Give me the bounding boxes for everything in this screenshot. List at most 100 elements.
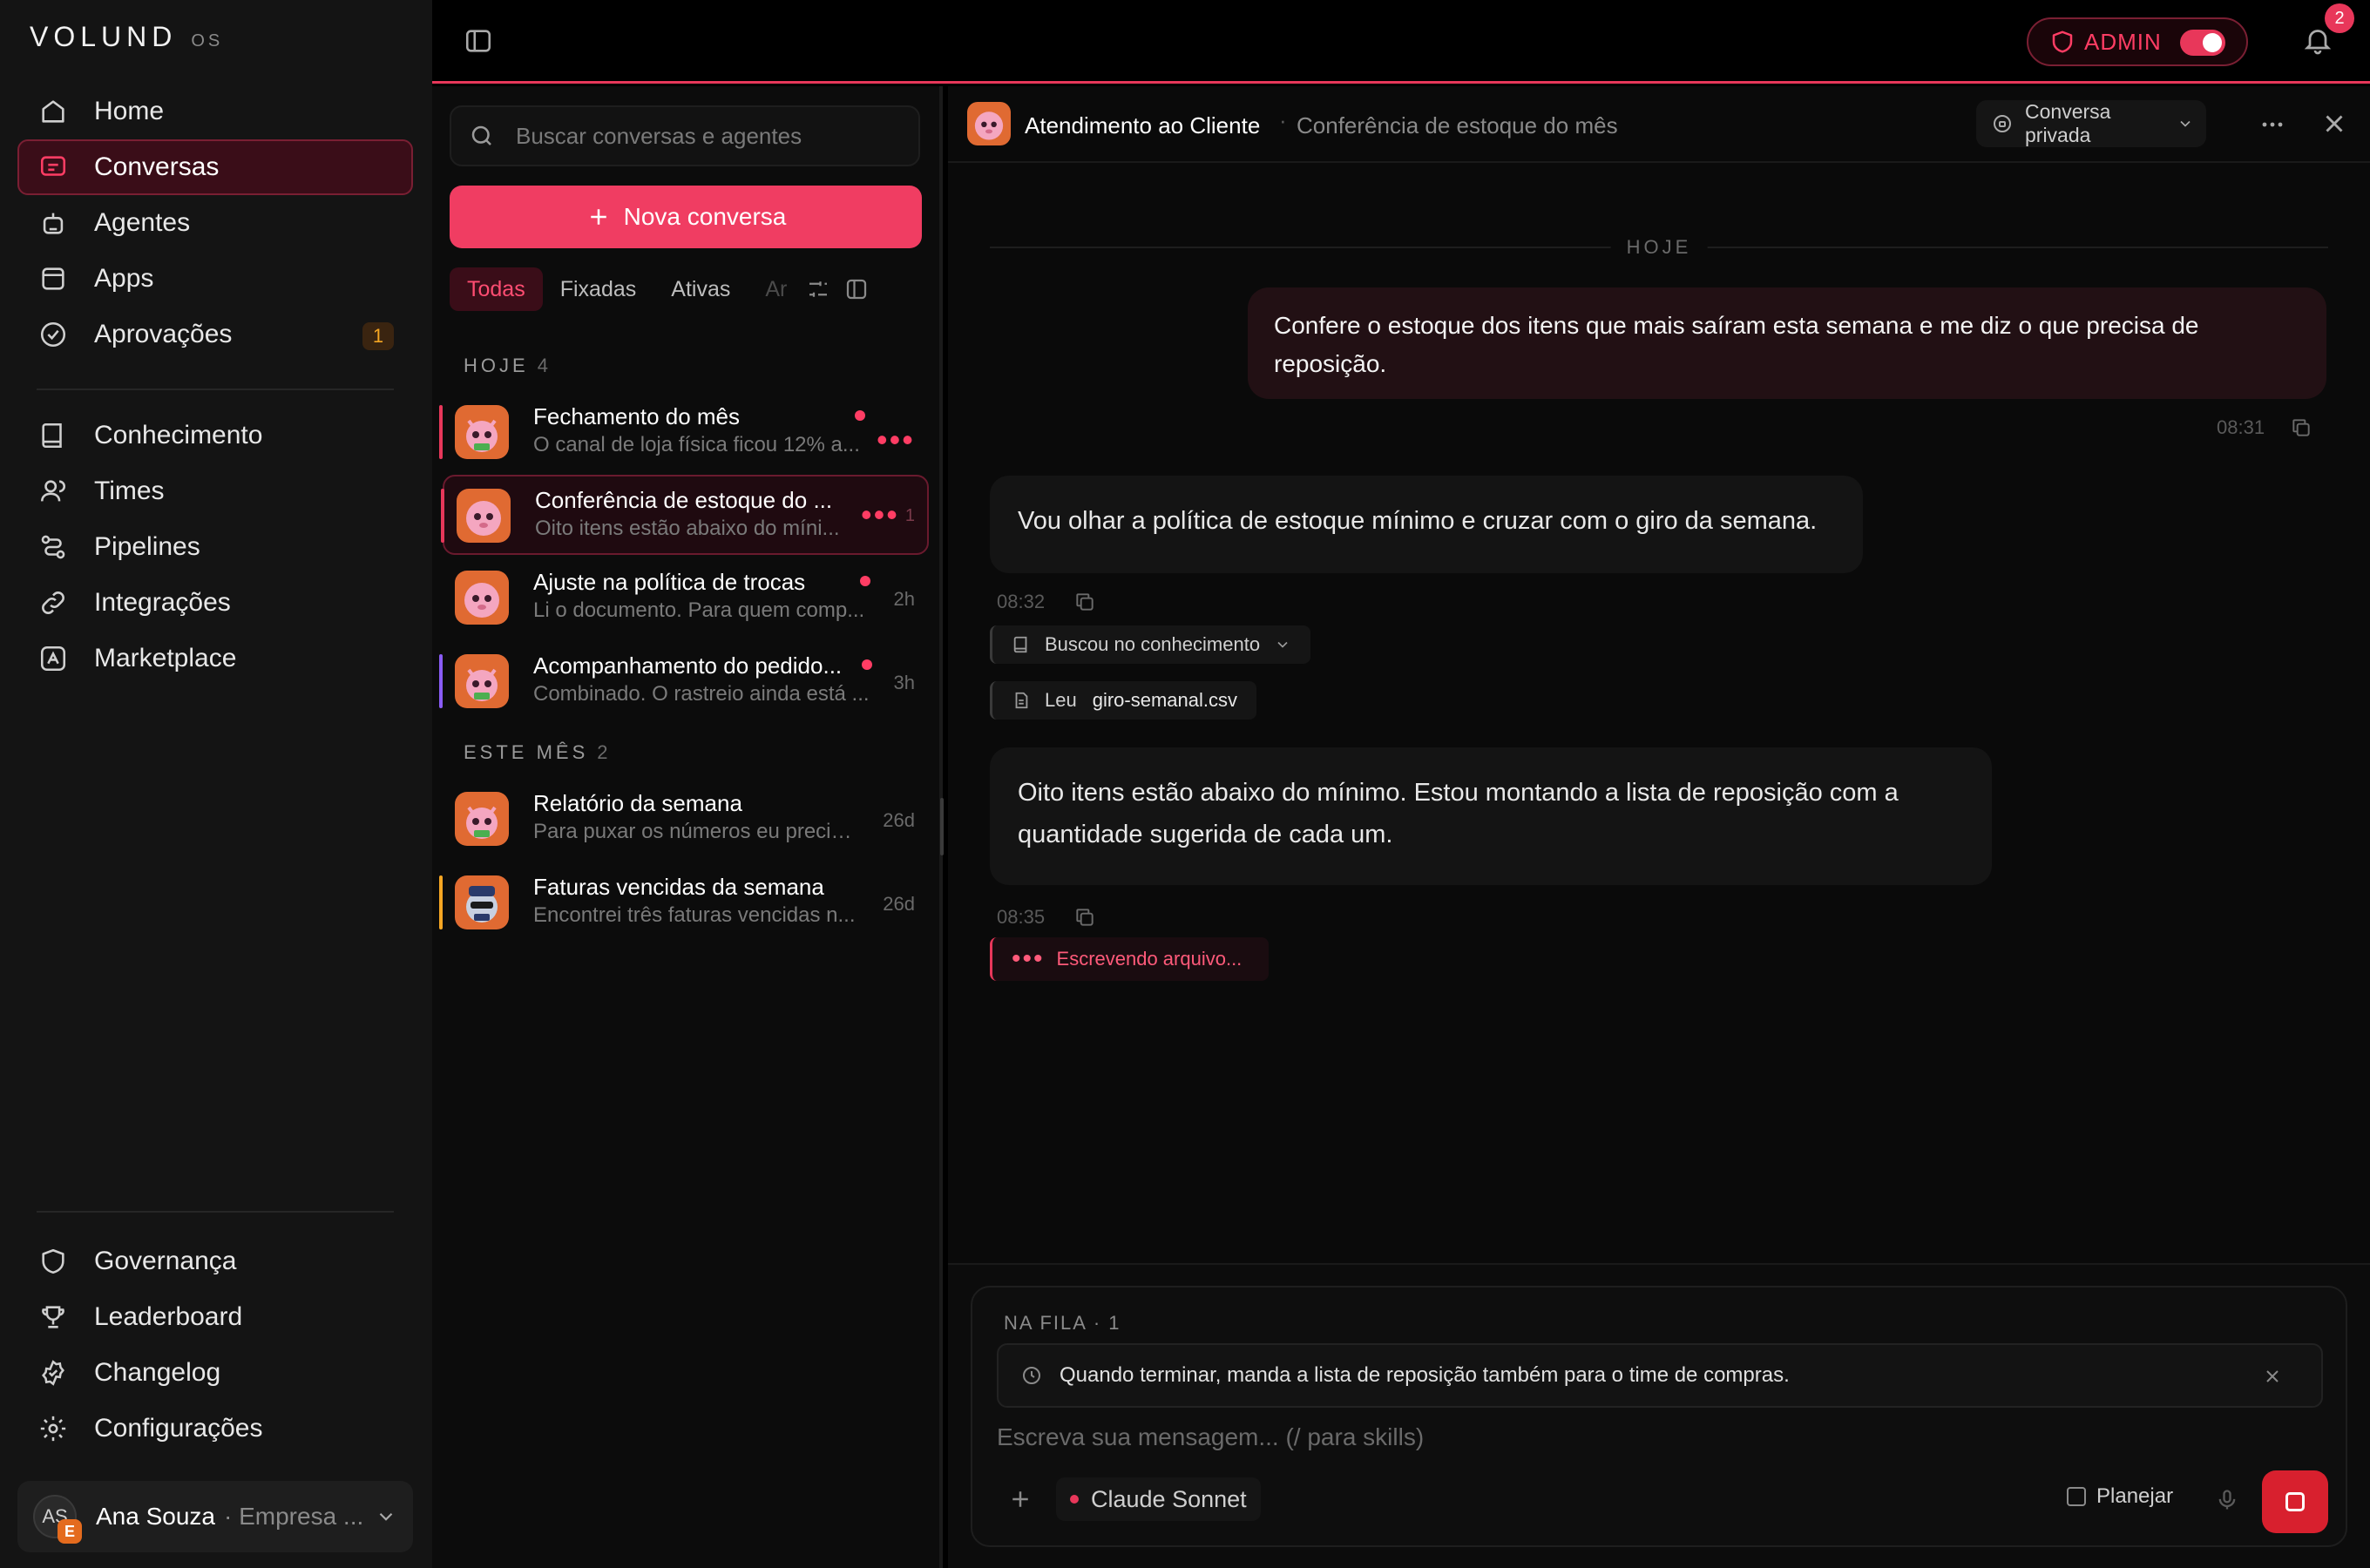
privacy-dropdown[interactable]: Conversa privada: [1976, 100, 2206, 147]
sidebar-toggle-icon[interactable]: [464, 26, 493, 56]
agent-avatar: [455, 405, 509, 459]
user-name: Ana Souza: [96, 1503, 215, 1530]
agent-avatar: [455, 571, 509, 625]
plus-icon: [586, 204, 612, 230]
logo-text: VOLUND: [30, 21, 178, 52]
chevron-down-icon: [1274, 636, 1291, 653]
section-este-mes: ESTE MÊS 2: [464, 741, 608, 764]
assistant-message-time: 08:32: [997, 591, 1046, 612]
top-bar: ADMIN 2: [432, 0, 2370, 84]
nav-configuracoes-label: Configurações: [94, 1414, 263, 1443]
nav-marketplace[interactable]: Marketplace: [17, 631, 413, 686]
model-selector[interactable]: Claude Sonnet: [1056, 1477, 1261, 1521]
nav-governanca[interactable]: Governança: [17, 1233, 413, 1289]
conversation-row[interactable]: Ajuste na política de trocas Li o docume…: [443, 558, 929, 639]
unread-dot: [862, 659, 872, 670]
user-menu[interactable]: AS E Ana Souza · Empresa ...: [17, 1481, 413, 1552]
nav-home[interactable]: Home: [17, 84, 413, 139]
link-icon: [38, 588, 68, 618]
nav-apps[interactable]: Apps: [17, 251, 413, 307]
agent-avatar: [455, 654, 509, 708]
row-title: Faturas vencidas da semana: [533, 874, 824, 900]
tab-fixadas[interactable]: Fixadas: [543, 267, 654, 311]
nav-governanca-label: Governança: [94, 1247, 237, 1275]
conversation-row[interactable]: Relatório da semana Para puxar os número…: [443, 780, 929, 860]
user-message-time: 08:31: [2217, 416, 2265, 438]
row-title: Conferência de estoque do ...: [535, 487, 833, 513]
conversation-row[interactable]: Faturas vencidas da semana Encontrei trê…: [439, 863, 929, 943]
sidebar-divider-bottom: [37, 1211, 394, 1213]
nav-conversas[interactable]: Conversas: [17, 139, 413, 195]
conversation-row[interactable]: Acompanhamento do pedido... Combinado. O…: [439, 642, 929, 722]
remove-queued-icon[interactable]: [2262, 1366, 2283, 1387]
queued-message[interactable]: Quando terminar, manda a lista de reposi…: [997, 1343, 2323, 1408]
shield-icon: [2049, 29, 2075, 55]
agent-avatar: [455, 792, 509, 846]
admin-toggle[interactable]: ADMIN: [2027, 17, 2248, 66]
tab-ativas[interactable]: Ativas: [653, 267, 748, 311]
nav-times[interactable]: Times: [17, 463, 413, 519]
nav-leaderboard[interactable]: Leaderboard: [17, 1289, 413, 1345]
stop-button[interactable]: [2262, 1470, 2328, 1533]
bot-icon: [38, 208, 68, 238]
nav-agentes[interactable]: Agentes: [17, 195, 413, 251]
logo-suffix: OS: [191, 31, 224, 51]
nav-leaderboard-label: Leaderboard: [94, 1302, 243, 1331]
app-logo[interactable]: VOLUND OS: [30, 21, 223, 53]
row-title: Ajuste na política de trocas: [533, 569, 806, 595]
nav-configuracoes[interactable]: Configurações: [17, 1401, 413, 1456]
row-accent-bar: [439, 405, 443, 459]
admin-switch[interactable]: [2180, 30, 2225, 56]
main-nav: Home Conversas Agentes Apps Aprovações 1: [17, 84, 413, 362]
conversation-row[interactable]: Fechamento do mês O canal de loja física…: [439, 393, 929, 473]
model-dot: [1070, 1495, 1079, 1504]
search-input[interactable]: Buscar conversas e agentes: [450, 105, 920, 166]
tab-arquivadas[interactable]: Ar: [748, 267, 793, 311]
notification-badge: 2: [2325, 3, 2354, 33]
attach-plus-icon[interactable]: [1007, 1486, 1033, 1512]
nav-integracoes[interactable]: Integrações: [17, 575, 413, 631]
panel-icon[interactable]: [843, 276, 870, 302]
nav-changelog[interactable]: Changelog: [17, 1345, 413, 1401]
nav-pipelines[interactable]: Pipelines: [17, 519, 413, 575]
agent-avatar: [457, 489, 511, 543]
copy-icon[interactable]: [2290, 416, 2312, 439]
nav-conhecimento[interactable]: Conhecimento: [17, 408, 413, 463]
tab-todas[interactable]: Todas: [450, 267, 543, 311]
message-input[interactable]: Escreva sua mensagem... (/ para skills): [997, 1423, 1424, 1451]
book-icon: [1012, 635, 1031, 654]
writing-label: Escrevendo arquivo...: [1056, 948, 1243, 970]
bottom-nav: Governança Leaderboard Changelog Configu…: [17, 1233, 413, 1456]
privacy-label: Conversa privada: [2025, 100, 2111, 146]
shield-icon: [38, 1247, 68, 1276]
more-options-icon[interactable]: [2257, 109, 2288, 140]
row-more-icon[interactable]: •••: [877, 424, 915, 456]
tool-call-label: Buscou no conhecimento: [1045, 633, 1261, 655]
gear-icon: [38, 1414, 68, 1443]
conversation-row-selected[interactable]: Conferência de estoque do ... Oito itens…: [441, 475, 929, 555]
tool-call-search[interactable]: Buscou no conhecimento: [990, 625, 1311, 664]
close-icon[interactable]: [2319, 109, 2349, 139]
filter-icon[interactable]: [805, 276, 831, 302]
file-icon: [1012, 691, 1031, 710]
nav-aprovacoes[interactable]: Aprovações 1: [17, 307, 413, 362]
plan-checkbox[interactable]: [2067, 1487, 2086, 1506]
queued-message-text: Quando terminar, manda a lista de reposi…: [1060, 1363, 1790, 1387]
chevron-down-icon: [375, 1505, 397, 1528]
queue-label: NA FILA · 1: [1004, 1312, 1121, 1334]
secondary-nav: Conhecimento Times Pipelines Integrações…: [17, 408, 413, 686]
copy-icon[interactable]: [1073, 906, 1096, 929]
tool-call-read[interactable]: Leu giro-semanal.csv: [990, 681, 1256, 720]
row-time: 26d: [883, 893, 915, 915]
plan-toggle[interactable]: Planejar: [2067, 1484, 2173, 1509]
check-circle-icon: [38, 320, 68, 349]
microphone-icon[interactable]: [2215, 1488, 2239, 1512]
copy-icon[interactable]: [1073, 591, 1096, 613]
typing-dots: •••: [1012, 944, 1045, 973]
resize-handle[interactable]: [940, 798, 944, 855]
book-icon: [38, 421, 68, 450]
new-conversation-button[interactable]: Nova conversa: [450, 186, 922, 248]
chevron-down-icon: [2177, 115, 2194, 132]
unread-dot: [860, 576, 870, 586]
row-more-icon[interactable]: •••: [861, 499, 899, 531]
